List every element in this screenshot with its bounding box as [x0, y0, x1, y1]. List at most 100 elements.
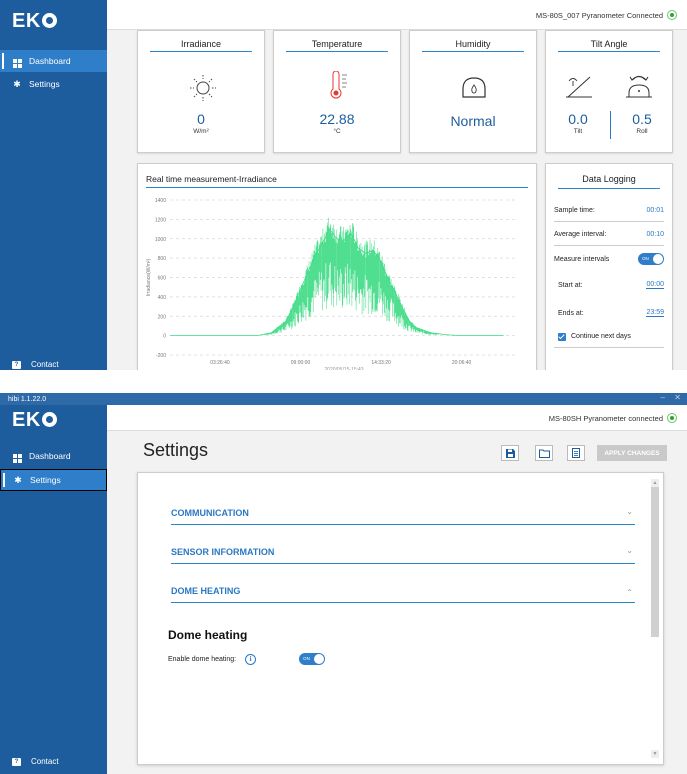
data-logging-card: Data Logging Sample time: 00:01 Average … [545, 163, 673, 370]
top-header: MS-80S_007 Pyranometer Connected [107, 0, 687, 30]
temperature-unit: °C [333, 128, 341, 135]
average-interval-row: Average interval: 00:10 [554, 224, 664, 246]
scroll-thumb[interactable] [651, 487, 659, 637]
contact-icon: ? [12, 360, 21, 369]
sidebar-item-label: Settings [29, 79, 60, 89]
ends-at-row: Ends at: 23:59 [554, 302, 664, 324]
card-title: Tilt Angle [590, 39, 628, 49]
enable-dome-heating-row: Enable dome heating: i ON [168, 653, 326, 665]
series-noise [264, 217, 439, 336]
apply-changes-button[interactable]: APPLY CHANGES [597, 445, 667, 461]
sidebar-item-settings[interactable]: ✱ Settings [0, 469, 107, 491]
sample-time-value[interactable]: 00:01 [646, 207, 664, 214]
card-title: Data Logging [582, 174, 636, 184]
roll-icon [626, 75, 652, 98]
average-interval-value[interactable]: 00:10 [646, 231, 664, 238]
tilt-label: Tilt [573, 128, 583, 135]
card-title: Humidity [455, 39, 491, 49]
settings-screen: hibi 1.1.22.0 – ✕ EK Dashboard ✱ Setting… [0, 393, 687, 774]
section-label: SENSOR INFORMATION [171, 547, 275, 557]
document-icon [572, 448, 580, 458]
info-icon[interactable]: i [245, 653, 257, 665]
minimize-icon[interactable]: – [661, 393, 665, 402]
section-label: COMMUNICATION [171, 508, 249, 518]
sample-time-label: Sample time: [554, 207, 595, 214]
window-titlebar: hibi 1.1.22.0 – ✕ [0, 393, 687, 405]
document-button[interactable] [567, 445, 585, 461]
irradiance-chart-card: Real time measurement-Irradiance 1400 120… [137, 163, 537, 370]
temperature-value: 22.88 [319, 111, 355, 127]
dome-heating-heading: Dome heating [168, 628, 248, 642]
start-at-value[interactable]: 00:00 [646, 281, 664, 289]
gear-icon: ✱ [14, 474, 22, 485]
connection-indicator-icon [667, 413, 677, 423]
x-tick-label: 20:06:40 [452, 360, 472, 366]
sidebar-item-dashboard[interactable]: Dashboard [0, 50, 107, 72]
sidebar-item-label: Contact [31, 757, 59, 766]
window-title: hibi 1.1.22.0 [8, 395, 47, 403]
sidebar-item-contact[interactable]: ? Contact [12, 360, 59, 369]
measure-intervals-label: Measure intervals [554, 255, 610, 263]
irradiance-card: Irradiance 0 W/m² [137, 30, 265, 153]
page-title: Settings [143, 440, 209, 460]
continue-next-days-row[interactable]: Continue next days [554, 326, 664, 348]
contact-icon: ? [12, 757, 21, 766]
y-tick-label: -200 [156, 353, 166, 359]
y-tick-label: 600 [158, 276, 167, 282]
ends-at-label: Ends at: [558, 309, 584, 317]
continue-checkbox[interactable] [558, 332, 566, 341]
measure-intervals-row: Measure intervals ON [554, 248, 664, 270]
section-dome-heating[interactable]: DOME HEATING ⌃ [171, 583, 635, 603]
temperature-card: Temperature 22.88 °C [273, 30, 401, 153]
ends-at-value[interactable]: 23:59 [646, 309, 664, 317]
dashboard-icon [12, 55, 22, 68]
sidebar: EK Dashboard ✱ Settings ? Contact [0, 0, 107, 370]
sample-time-row: Sample time: 00:01 [554, 200, 664, 222]
save-icon [505, 448, 515, 458]
dashboard-screen: EK Dashboard ✱ Settings ? Contact MS-80S… [0, 0, 687, 370]
sidebar-item-label: Contact [31, 360, 59, 369]
y-tick-label: 0 [163, 334, 166, 340]
sidebar-item-settings[interactable]: ✱ Settings [0, 73, 107, 95]
tilt-value: 0.0 [568, 111, 588, 127]
tilt-icon [566, 76, 592, 98]
enable-dome-heating-label: Enable dome heating: [168, 655, 237, 663]
eko-logo: EK [12, 409, 57, 432]
scroll-up-icon[interactable]: ▲ [651, 479, 659, 487]
x-tick-label: 03:26:40 [210, 360, 230, 366]
humidity-value: Normal [450, 113, 496, 129]
y-axis-label: Irradiance(W/m²) [146, 258, 152, 296]
irradiance-chart: 1400 1200 1000 800 600 400 200 0 -200 03:26:40 09:… [146, 198, 518, 370]
thermometer-icon [330, 71, 347, 99]
y-tick-label: 400 [158, 295, 167, 301]
sidebar-item-label: Dashboard [29, 56, 71, 66]
open-folder-button[interactable] [535, 445, 553, 461]
x-tick-label: 14:33:20 [371, 360, 391, 366]
close-icon[interactable]: ✕ [674, 393, 681, 402]
settings-panel: COMMUNICATION ⌄ SENSOR INFORMATION ⌄ DOM… [137, 472, 664, 765]
connection-indicator-icon [667, 10, 677, 20]
sun-icon [190, 75, 216, 101]
section-sensor-information[interactable]: SENSOR INFORMATION ⌄ [171, 544, 635, 564]
scroll-down-icon[interactable]: ▼ [651, 750, 659, 758]
chevron-down-icon: ⌄ [626, 546, 633, 555]
settings-scrollbar[interactable]: ▲ ▼ [651, 479, 659, 758]
dome-heating-toggle[interactable]: ON [299, 653, 326, 665]
x-axis-caption: 2020/05/15-15:43 [324, 367, 363, 370]
humidity-card: Humidity Normal [409, 30, 537, 153]
sidebar-item-contact[interactable]: ? Contact [12, 757, 59, 766]
eko-logo: EK [12, 10, 57, 33]
measure-intervals-toggle[interactable]: ON [638, 253, 664, 265]
chart-title: Real time measurement-Irradiance [146, 174, 277, 184]
section-communication[interactable]: COMMUNICATION ⌄ [171, 505, 635, 525]
continue-label: Continue next days [571, 333, 631, 340]
sidebar-item-dashboard[interactable]: Dashboard [0, 445, 107, 467]
save-button[interactable] [501, 445, 519, 461]
section-label: DOME HEATING [171, 586, 241, 596]
top-header: MS-80SH Pyranometer connected [107, 405, 687, 431]
irradiance-value: 0 [197, 111, 205, 127]
card-title: Irradiance [180, 39, 222, 49]
x-tick-label: 09:00:00 [291, 360, 311, 366]
start-at-row: Start at: 00:00 [554, 274, 664, 296]
sidebar-item-label: Settings [30, 475, 61, 485]
